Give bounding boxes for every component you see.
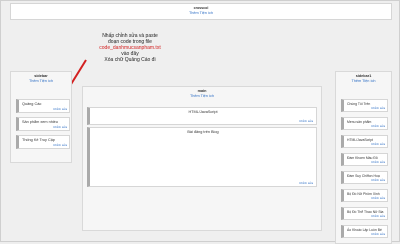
gadget-label: HTML/JavaScript [188, 110, 218, 114]
main-section: main Thêm Tiện ích HTML/JavaScript Chỉnh… [82, 86, 322, 231]
edit-link[interactable]: Chỉnh sửa [53, 125, 67, 129]
gadget-label: Sản phẩm xem nhiều [22, 120, 58, 124]
sidebar-add-gadget-link[interactable]: Thêm Tiện ích [11, 79, 71, 83]
gadget-product-menu[interactable]: Menu sản phẩm Chỉnh sửa [341, 117, 388, 130]
crosscol-title: crosscol [193, 6, 209, 10]
gadget-label: Bài đăng trên Blog [187, 130, 219, 134]
gadget-label: Quảng Cáo [22, 102, 42, 106]
sidebar1-section: sidebar1 Thêm Tiện ích Chúng Tôi Trên Ch… [335, 71, 392, 244]
sidebar-section: sidebar Thêm Tiện ích Quảng Cáo Chỉnh sử… [10, 71, 72, 163]
gadget-product-4[interactable]: Bộ Đồ Thể Thao Nữ Sta Chỉnh sửa [341, 207, 388, 220]
instruction-note: Nhấp chỉnh sửa và paste đoạn code trong … [80, 33, 180, 63]
crosscol-add-gadget-link[interactable]: Thêm Tiện ích [11, 11, 391, 15]
gadget-product-5[interactable]: Áo Khoác Lập Luồn Bé Chỉnh sửa [341, 225, 388, 238]
edit-link[interactable]: Chỉnh sửa [371, 124, 385, 128]
gadget-html-javascript[interactable]: HTML/JavaScript Chỉnh sửa [87, 107, 317, 125]
sidebar1-add-gadget-link[interactable]: Thêm Tiện ích [336, 79, 391, 83]
edit-link[interactable]: Chỉnh sửa [371, 106, 385, 110]
edit-link[interactable]: Chỉnh sửa [371, 160, 385, 164]
note-line-5: Xóa chữ Quảng Cáo đi [104, 57, 156, 63]
crosscol-section: crosscol Thêm Tiện ích [10, 3, 392, 20]
edit-link[interactable]: Chỉnh sửa [371, 196, 385, 200]
gadget-label: HTML/JavaScript [347, 138, 374, 142]
sidebar-title: sidebar [34, 74, 48, 78]
edit-link[interactable]: Chỉnh sửa [53, 107, 67, 111]
gadget-blog-posts[interactable]: Bài đăng trên Blog Chỉnh sửa [87, 127, 317, 187]
sidebar1-title: sidebar1 [355, 74, 372, 78]
gadget-popular-products[interactable]: Sản phẩm xem nhiều Chỉnh sửa [16, 117, 70, 131]
gadget-html-javascript-2[interactable]: HTML/JavaScript Chỉnh sửa [341, 135, 388, 148]
gadget-social[interactable]: Chúng Tôi Trên Chỉnh sửa [341, 99, 388, 112]
edit-link[interactable]: Chỉnh sửa [53, 143, 67, 147]
main-add-gadget-link[interactable]: Thêm Tiện ích [83, 94, 321, 98]
edit-link[interactable]: Chỉnh sửa [371, 142, 385, 146]
edit-link[interactable]: Chỉnh sửa [299, 181, 313, 185]
gadget-visitor-stats[interactable]: Thống Kê Truy Cập Chỉnh sửa [16, 135, 70, 149]
main-title: main [197, 89, 207, 93]
edit-link[interactable]: Chỉnh sửa [371, 232, 385, 236]
gadget-quang-cao[interactable]: Quảng Cáo Chỉnh sửa [16, 99, 70, 113]
gadget-product-1[interactable]: Đầm Khoen Màu Đỏ Chỉnh sửa [341, 153, 388, 166]
edit-link[interactable]: Chỉnh sửa [299, 119, 313, 123]
gadget-label: Chúng Tôi Trên [347, 102, 371, 106]
gadget-product-3[interactable]: Bộ Đồ Nữ Phôm Xinh Chỉnh sửa [341, 189, 388, 202]
edit-link[interactable]: Chỉnh sửa [371, 214, 385, 218]
gadget-label: Menu sản phẩm [347, 120, 372, 124]
gadget-label: Thống Kê Truy Cập [22, 138, 55, 142]
gadget-product-2[interactable]: Đầm Suy Chiffon Hoạ Chỉnh sửa [341, 171, 388, 184]
edit-link[interactable]: Chỉnh sửa [371, 178, 385, 182]
